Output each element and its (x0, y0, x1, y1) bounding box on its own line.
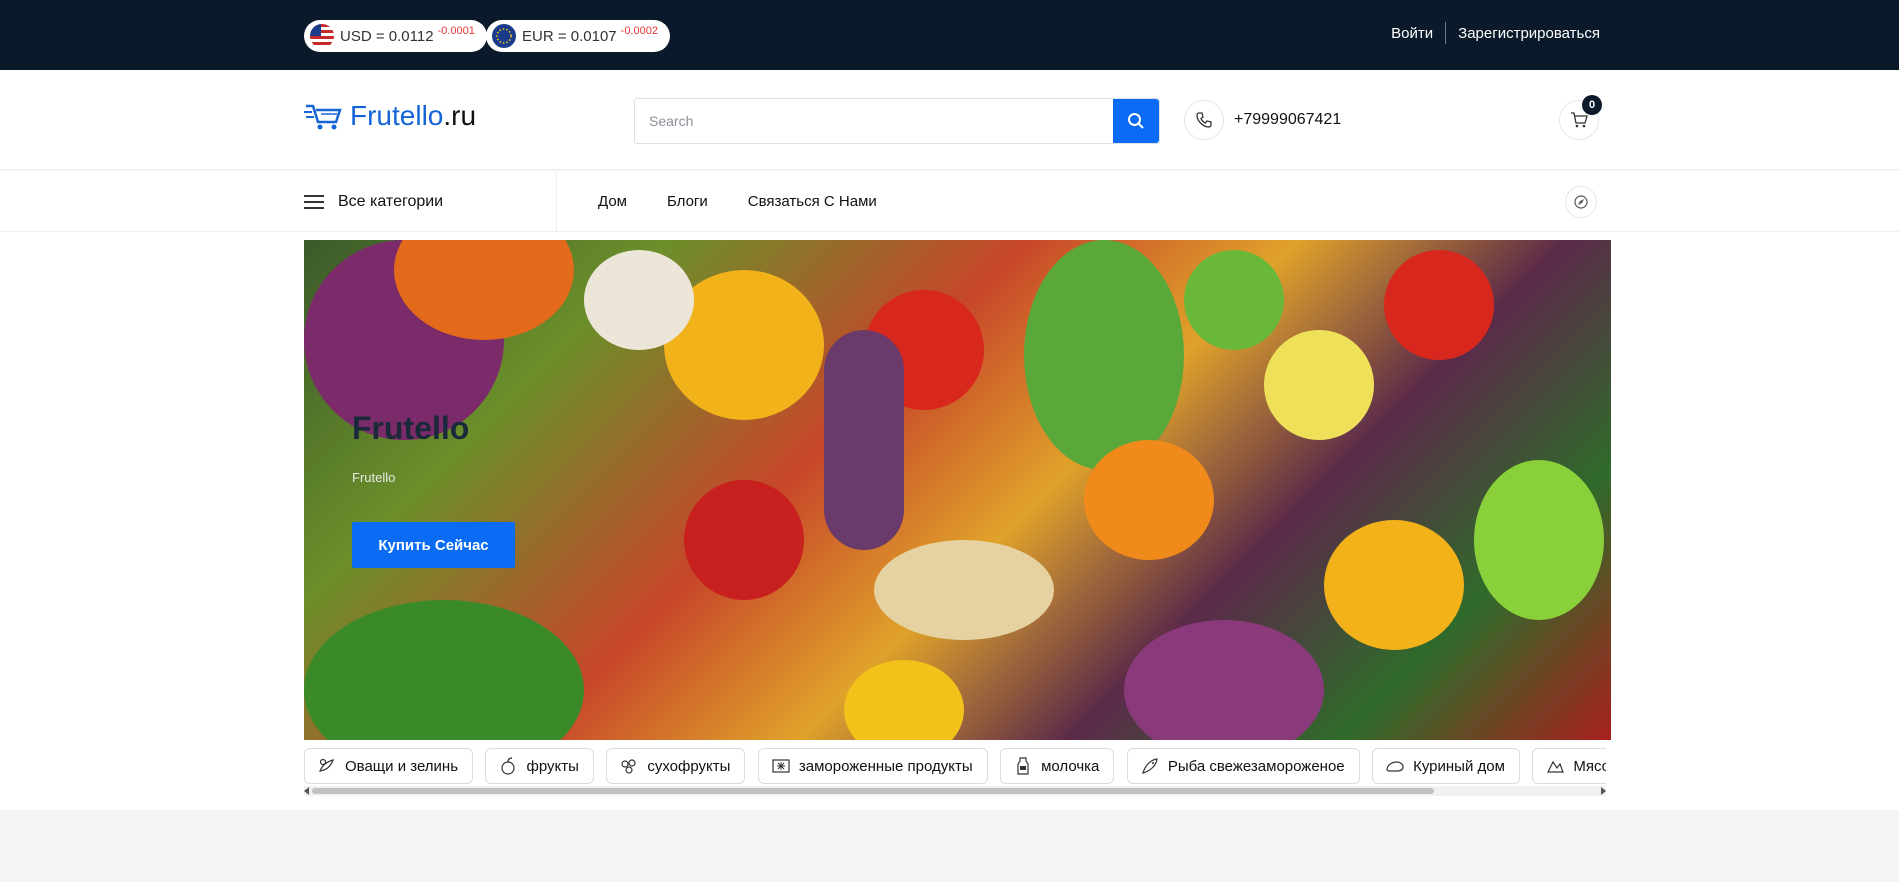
dried-fruits-icon (619, 756, 639, 776)
hero-decoration (584, 250, 694, 350)
phone-number: +79999067421 (1234, 111, 1342, 128)
usd-rate-delta: -0.0001 (437, 25, 475, 37)
scrollbar-thumb[interactable] (312, 788, 1434, 794)
category-label: Рыба свежезамороженое (1167, 757, 1345, 775)
category-chip[interactable]: Мясо (1532, 748, 1606, 784)
phone-icon (1184, 100, 1224, 140)
scroll-right-arrow[interactable] (1601, 787, 1606, 795)
category-label: замороженные продукты (798, 757, 973, 775)
category-label: Мясо (1573, 757, 1606, 775)
category-label: Оващи и зелинь (345, 757, 459, 775)
eu-flag-icon (492, 24, 516, 48)
hero-subtitle: Frutello (352, 470, 396, 485)
hero-decoration (1474, 460, 1604, 620)
cart-button[interactable]: 0 (1559, 95, 1602, 140)
site-logo[interactable]: Frutello .ru (304, 100, 476, 132)
hero-decoration (1324, 520, 1464, 650)
all-categories-button[interactable]: Все категории (304, 171, 557, 232)
header: Frutello.ru +79999067421 (0, 70, 1899, 170)
vegetables-icon (317, 756, 337, 776)
category-label: Куриный дом (1413, 757, 1505, 775)
hero-decoration (1084, 440, 1214, 560)
register-link[interactable]: Зарегистрироваться (1458, 25, 1600, 42)
chicken-icon (1385, 756, 1405, 776)
hero-title: Frutello (352, 410, 470, 446)
auth-divider (1445, 22, 1447, 44)
nav-link-blogs[interactable]: Блоги (667, 193, 708, 210)
eur-rate-label: EUR = 0.0107 (522, 27, 617, 45)
hero-decoration (1124, 620, 1324, 740)
us-flag-icon (310, 24, 334, 48)
top-bar: USD = 0.0112 -0.0001 EUR = 0.0107 -0.000… (0, 0, 1899, 70)
nav-link-home[interactable]: Дом (598, 193, 627, 210)
search-input[interactable] (635, 99, 1113, 143)
category-label: фрукты (526, 757, 579, 775)
compass-button[interactable] (1565, 186, 1597, 218)
category-chip[interactable]: Оващи и зелинь (304, 748, 474, 784)
eur-rate: EUR = 0.0107 -0.0002 (486, 20, 670, 52)
logo-brand-text: Frutello (350, 100, 444, 131)
usd-rate: USD = 0.0112 -0.0001 (304, 20, 487, 52)
hero-decoration (1024, 240, 1184, 470)
cart-count-badge: 0 (1582, 95, 1602, 115)
main-content: Frutello Frutello Купить Сейчас Оващи и … (0, 232, 1899, 810)
hero-decoration (684, 480, 804, 600)
category-chip[interactable]: молочка (1000, 748, 1115, 784)
category-label: молочка (1041, 757, 1100, 775)
nav-links: Дом Блоги Связаться С Нами (598, 171, 917, 232)
search-button[interactable] (1113, 99, 1159, 143)
menu-icon (304, 194, 324, 209)
nav-link-contact[interactable]: Связаться С Нами (748, 193, 877, 210)
scroll-left-arrow[interactable] (304, 787, 309, 795)
all-categories-label: Все категории (338, 192, 444, 210)
usd-rate-label: USD = 0.0112 (340, 27, 434, 45)
category-chip[interactable]: фрукты (485, 748, 594, 784)
phone-contact[interactable]: +79999067421 (1184, 100, 1341, 140)
cart-logo-icon (304, 100, 344, 132)
category-label: сухофрукты (647, 757, 731, 775)
category-chip[interactable]: замороженные продукты (757, 748, 988, 784)
category-scrollbar[interactable] (304, 786, 1606, 796)
compass-icon (1574, 195, 1588, 209)
search-bar (634, 98, 1160, 144)
search-icon (1127, 112, 1145, 130)
hero-decoration (824, 330, 904, 550)
main-nav: Все категории Дом Блоги Связаться С Нами (0, 171, 1899, 232)
category-chip[interactable]: Куриный дом (1372, 748, 1520, 784)
fruits-icon (498, 756, 518, 776)
frozen-food-icon (771, 756, 791, 776)
login-link[interactable]: Войти (1391, 25, 1433, 42)
category-strip: Оващи и зелинь фрукты сухофрукты заморож… (304, 748, 1606, 788)
eur-rate-delta: -0.0002 (620, 25, 658, 37)
cart-icon (1570, 111, 1588, 129)
hero-decoration (1264, 330, 1374, 440)
meat-icon (1545, 756, 1565, 776)
hero-banner: Frutello Frutello Купить Сейчас (304, 240, 1611, 740)
category-chip[interactable]: сухофрукты (606, 748, 746, 784)
hero-decoration (304, 600, 584, 740)
hero-decoration (844, 660, 964, 740)
fish-icon (1140, 756, 1160, 776)
hero-decoration (1384, 250, 1494, 360)
logo-tld-text: .ru (443, 100, 477, 131)
buy-now-button[interactable]: Купить Сейчас (352, 522, 515, 568)
hero-decoration (1184, 250, 1284, 350)
hero-decoration (874, 540, 1054, 640)
auth-links: Войти Зарегистрироваться (1391, 22, 1600, 44)
milk-icon (1013, 756, 1033, 776)
category-chip[interactable]: Рыба свежезамороженое (1126, 748, 1360, 784)
